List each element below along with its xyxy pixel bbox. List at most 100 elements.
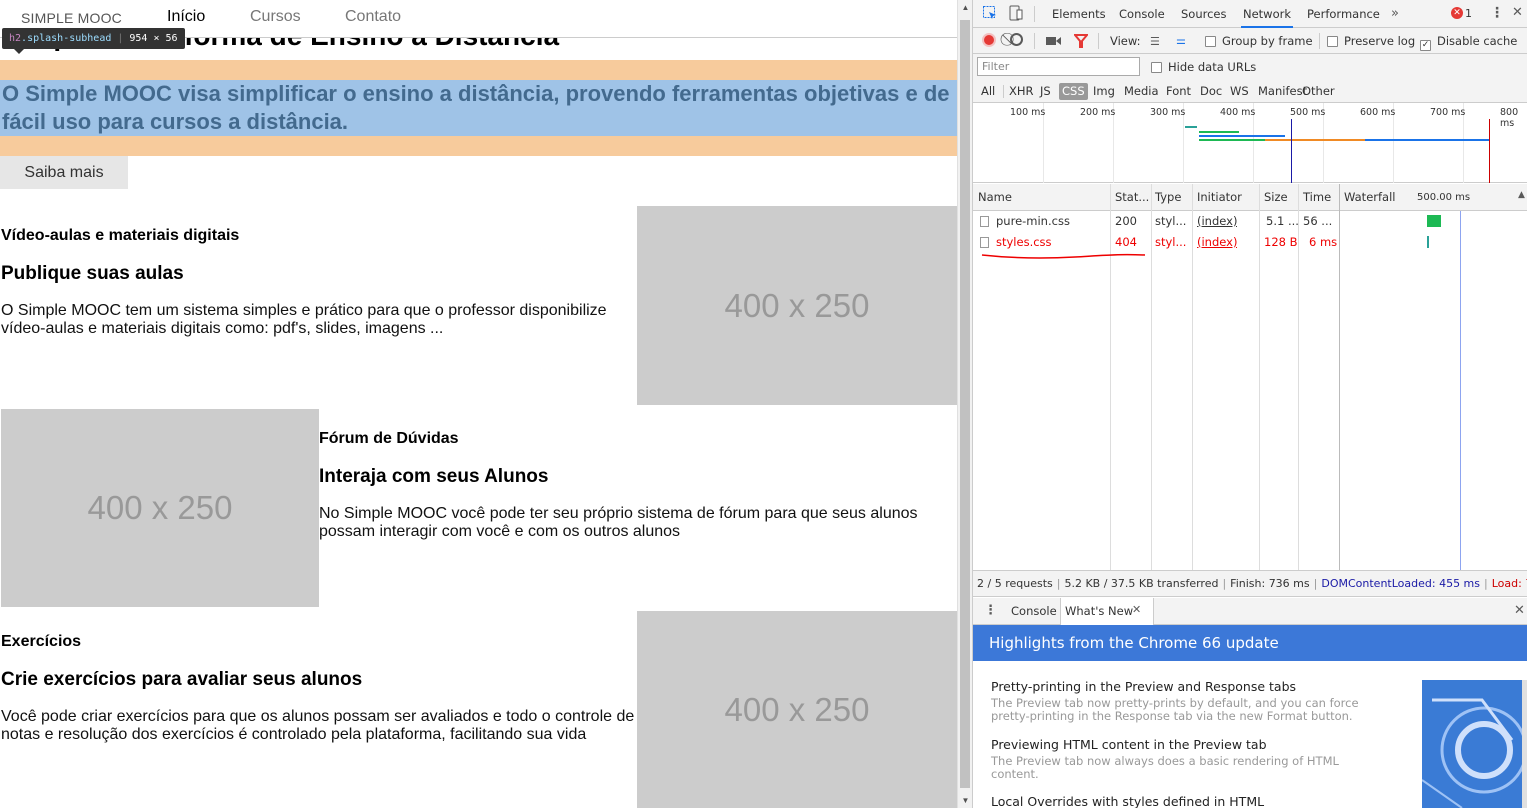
type-doc[interactable]: Doc [1197, 83, 1225, 100]
feature-heading: Interaja com seus Alunos [319, 466, 549, 487]
close-drawer-icon[interactable]: ✕ [1514, 603, 1525, 618]
waterfall-scale-label: 500.00 ms [1417, 192, 1471, 203]
tab-elements[interactable]: Elements [1052, 0, 1106, 28]
row-type: styl... [1155, 214, 1187, 228]
column-type[interactable]: Type [1155, 190, 1181, 204]
timeline-label: 700 ms [1430, 107, 1466, 118]
tab-network[interactable]: Network [1241, 0, 1294, 28]
column-waterfall[interactable]: Waterfall [1344, 190, 1395, 204]
network-toolbar: ⃠ View: ☰ ⚌ Group by frame Preserve log … [973, 28, 1527, 54]
disable-cache-option[interactable]: ✓ Disable cache [1420, 34, 1517, 51]
column-size[interactable]: Size [1264, 190, 1288, 204]
preserve-log-option[interactable]: Preserve log [1327, 34, 1415, 48]
whats-new-header: Highlights from the Chrome 66 update [973, 625, 1527, 661]
whats-new-item[interactable]: Local Overrides with styles defined in H… [991, 794, 1371, 808]
group-by-frame-checkbox[interactable] [1205, 36, 1216, 47]
menu-item-contato[interactable]: Contato [345, 8, 401, 26]
type-xhr[interactable]: XHR [1006, 83, 1037, 100]
timeline-label: 800 ms [1500, 107, 1519, 129]
column-name[interactable]: Name [978, 190, 1012, 204]
whats-new-item[interactable]: Pretty-printing in the Preview and Respo… [991, 679, 1371, 723]
close-devtools-icon[interactable]: ✕ [1512, 5, 1523, 20]
view-label: View: [1110, 34, 1141, 48]
brand-link[interactable]: SIMPLE MOOC [21, 10, 122, 26]
timeline-label: 400 ms [1220, 107, 1256, 118]
type-ws[interactable]: WS [1227, 83, 1252, 100]
group-by-frame-option[interactable]: Group by frame [1205, 34, 1313, 48]
more-tabs-chevron-icon[interactable]: » [1391, 6, 1399, 21]
type-other[interactable]: Other [1299, 83, 1338, 100]
summary-requests: 2 / 5 requests [977, 577, 1053, 590]
scroll-up-arrow-icon[interactable]: ▲ [958, 0, 973, 15]
table-row[interactable]: pure-min.css 200 styl... (index) 5.1 ...… [973, 211, 1527, 232]
tab-performance[interactable]: Performance [1307, 0, 1380, 28]
summary-transferred: 5.2 KB / 37.5 KB transferred [1064, 577, 1219, 590]
column-status[interactable]: Stat... [1115, 190, 1149, 204]
inspect-tooltip: h2.splash-subhead | 954 × 56 [2, 28, 185, 54]
large-rows-icon[interactable]: ☰ [1150, 35, 1160, 48]
sort-up-arrow-icon[interactable]: ▲ [1518, 190, 1525, 200]
saiba-mais-button[interactable]: Saiba mais [0, 156, 128, 189]
inspect-element-icon[interactable] [982, 5, 998, 21]
clear-icon-ring [1010, 33, 1023, 46]
tab-console[interactable]: Console [1119, 0, 1165, 28]
column-time[interactable]: Time [1303, 190, 1331, 204]
type-all[interactable]: All [978, 83, 998, 100]
row-initiator-link[interactable]: (index) [1197, 211, 1237, 232]
type-img[interactable]: Img [1090, 83, 1118, 100]
hide-data-urls-label: Hide data URLs [1168, 60, 1257, 74]
network-overview-timeline[interactable]: 100 ms 200 ms 300 ms 400 ms 500 ms 600 m… [973, 103, 1527, 183]
record-icon[interactable] [982, 33, 996, 47]
whats-new-item-title: Pretty-printing in the Preview and Respo… [991, 679, 1297, 694]
type-js[interactable]: JS [1037, 83, 1054, 100]
type-font[interactable]: Font [1163, 83, 1194, 100]
preserve-log-label: Preserve log [1344, 34, 1416, 48]
whats-new-item[interactable]: Previewing HTML content in the Preview t… [991, 737, 1371, 781]
drawer-tab-bar: ⋮ Console What's New ✕ ✕ [973, 598, 1527, 625]
timeline-label: 100 ms [1010, 107, 1046, 118]
web-page: Simples Plataforma de Ensino a Distância… [0, 0, 957, 808]
waterfall-view-icon[interactable]: ⚌ [1176, 34, 1186, 47]
drawer-menu-icon[interactable]: ⋮ [984, 603, 997, 618]
hide-data-urls-checkbox[interactable] [1151, 62, 1162, 73]
menu-item-inicio[interactable]: Início [167, 8, 205, 26]
whats-new-illustration [1422, 680, 1522, 808]
row-time: 6 ms [1309, 235, 1338, 249]
scroll-down-arrow-icon[interactable]: ▼ [958, 793, 973, 808]
tooltip-class: .splash-subhead [21, 33, 112, 44]
error-count: 1 [1465, 7, 1472, 20]
row-time: 56 ... [1303, 214, 1333, 228]
row-name: pure-min.css [980, 211, 1070, 232]
disable-cache-label: Disable cache [1437, 34, 1518, 48]
page-scrollbar[interactable]: ▲ ▼ [957, 0, 972, 808]
type-media[interactable]: Media [1121, 83, 1162, 100]
disable-cache-checkbox[interactable]: ✓ [1420, 40, 1431, 51]
error-icon[interactable]: ✕ [1451, 7, 1463, 19]
tab-sources[interactable]: Sources [1181, 0, 1227, 28]
column-initiator[interactable]: Initiator [1197, 190, 1242, 204]
menu-item-cursos[interactable]: Cursos [250, 8, 301, 26]
filter-funnel-icon[interactable] [1072, 34, 1090, 48]
preserve-log-checkbox[interactable] [1327, 36, 1338, 47]
hide-data-urls-option[interactable]: Hide data URLs [1151, 60, 1256, 74]
placeholder-image: 400 x 250 [637, 611, 957, 808]
device-toolbar-icon[interactable] [1008, 5, 1024, 21]
drawer-tab-console[interactable]: Console [1007, 598, 1061, 624]
customize-menu-icon[interactable]: ⋮ [1490, 5, 1504, 21]
screenshot-camera-icon[interactable] [1046, 35, 1061, 45]
feature-text: No Simple MOOC você pode ter seu próprio… [319, 505, 918, 540]
row-type: styl... [1155, 235, 1187, 249]
row-initiator-link[interactable]: (index) [1197, 232, 1237, 253]
timeline-label: 200 ms [1080, 107, 1116, 118]
whats-new-item-title: Previewing HTML content in the Preview t… [991, 737, 1267, 752]
close-tab-icon[interactable]: ✕ [1132, 603, 1141, 616]
whats-new-item-title: Local Overrides with styles defined in H… [991, 794, 1265, 808]
drawer-scrollbar[interactable] [1522, 680, 1527, 808]
row-status: 200 [1115, 214, 1137, 228]
type-css[interactable]: CSS [1059, 83, 1088, 100]
timeline-label: 600 ms [1360, 107, 1396, 118]
network-summary-bar: 2 / 5 requests | 5.2 KB / 37.5 KB transfer… [973, 570, 1527, 597]
scrollbar-thumb[interactable] [960, 20, 970, 788]
filter-input[interactable]: Filter [977, 57, 1140, 76]
placeholder-image: 400 x 250 [637, 206, 957, 405]
